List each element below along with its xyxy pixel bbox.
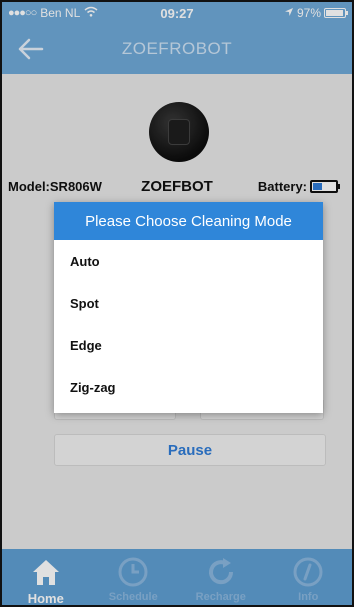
app-frame: ●●●○○ Ben NL 09:27 97% ZOEFROBOT Model:S… (0, 0, 354, 607)
mode-option-zig-zag[interactable]: Zig-zag (54, 366, 323, 408)
mode-option-edge[interactable]: Edge (54, 324, 323, 366)
cleaning-mode-dialog: Please Choose Cleaning Mode Auto Spot Ed… (54, 202, 323, 413)
mode-option-spot[interactable]: Spot (54, 282, 323, 324)
dialog-title: Please Choose Cleaning Mode (54, 202, 323, 240)
mode-option-auto[interactable]: Auto (54, 240, 323, 282)
